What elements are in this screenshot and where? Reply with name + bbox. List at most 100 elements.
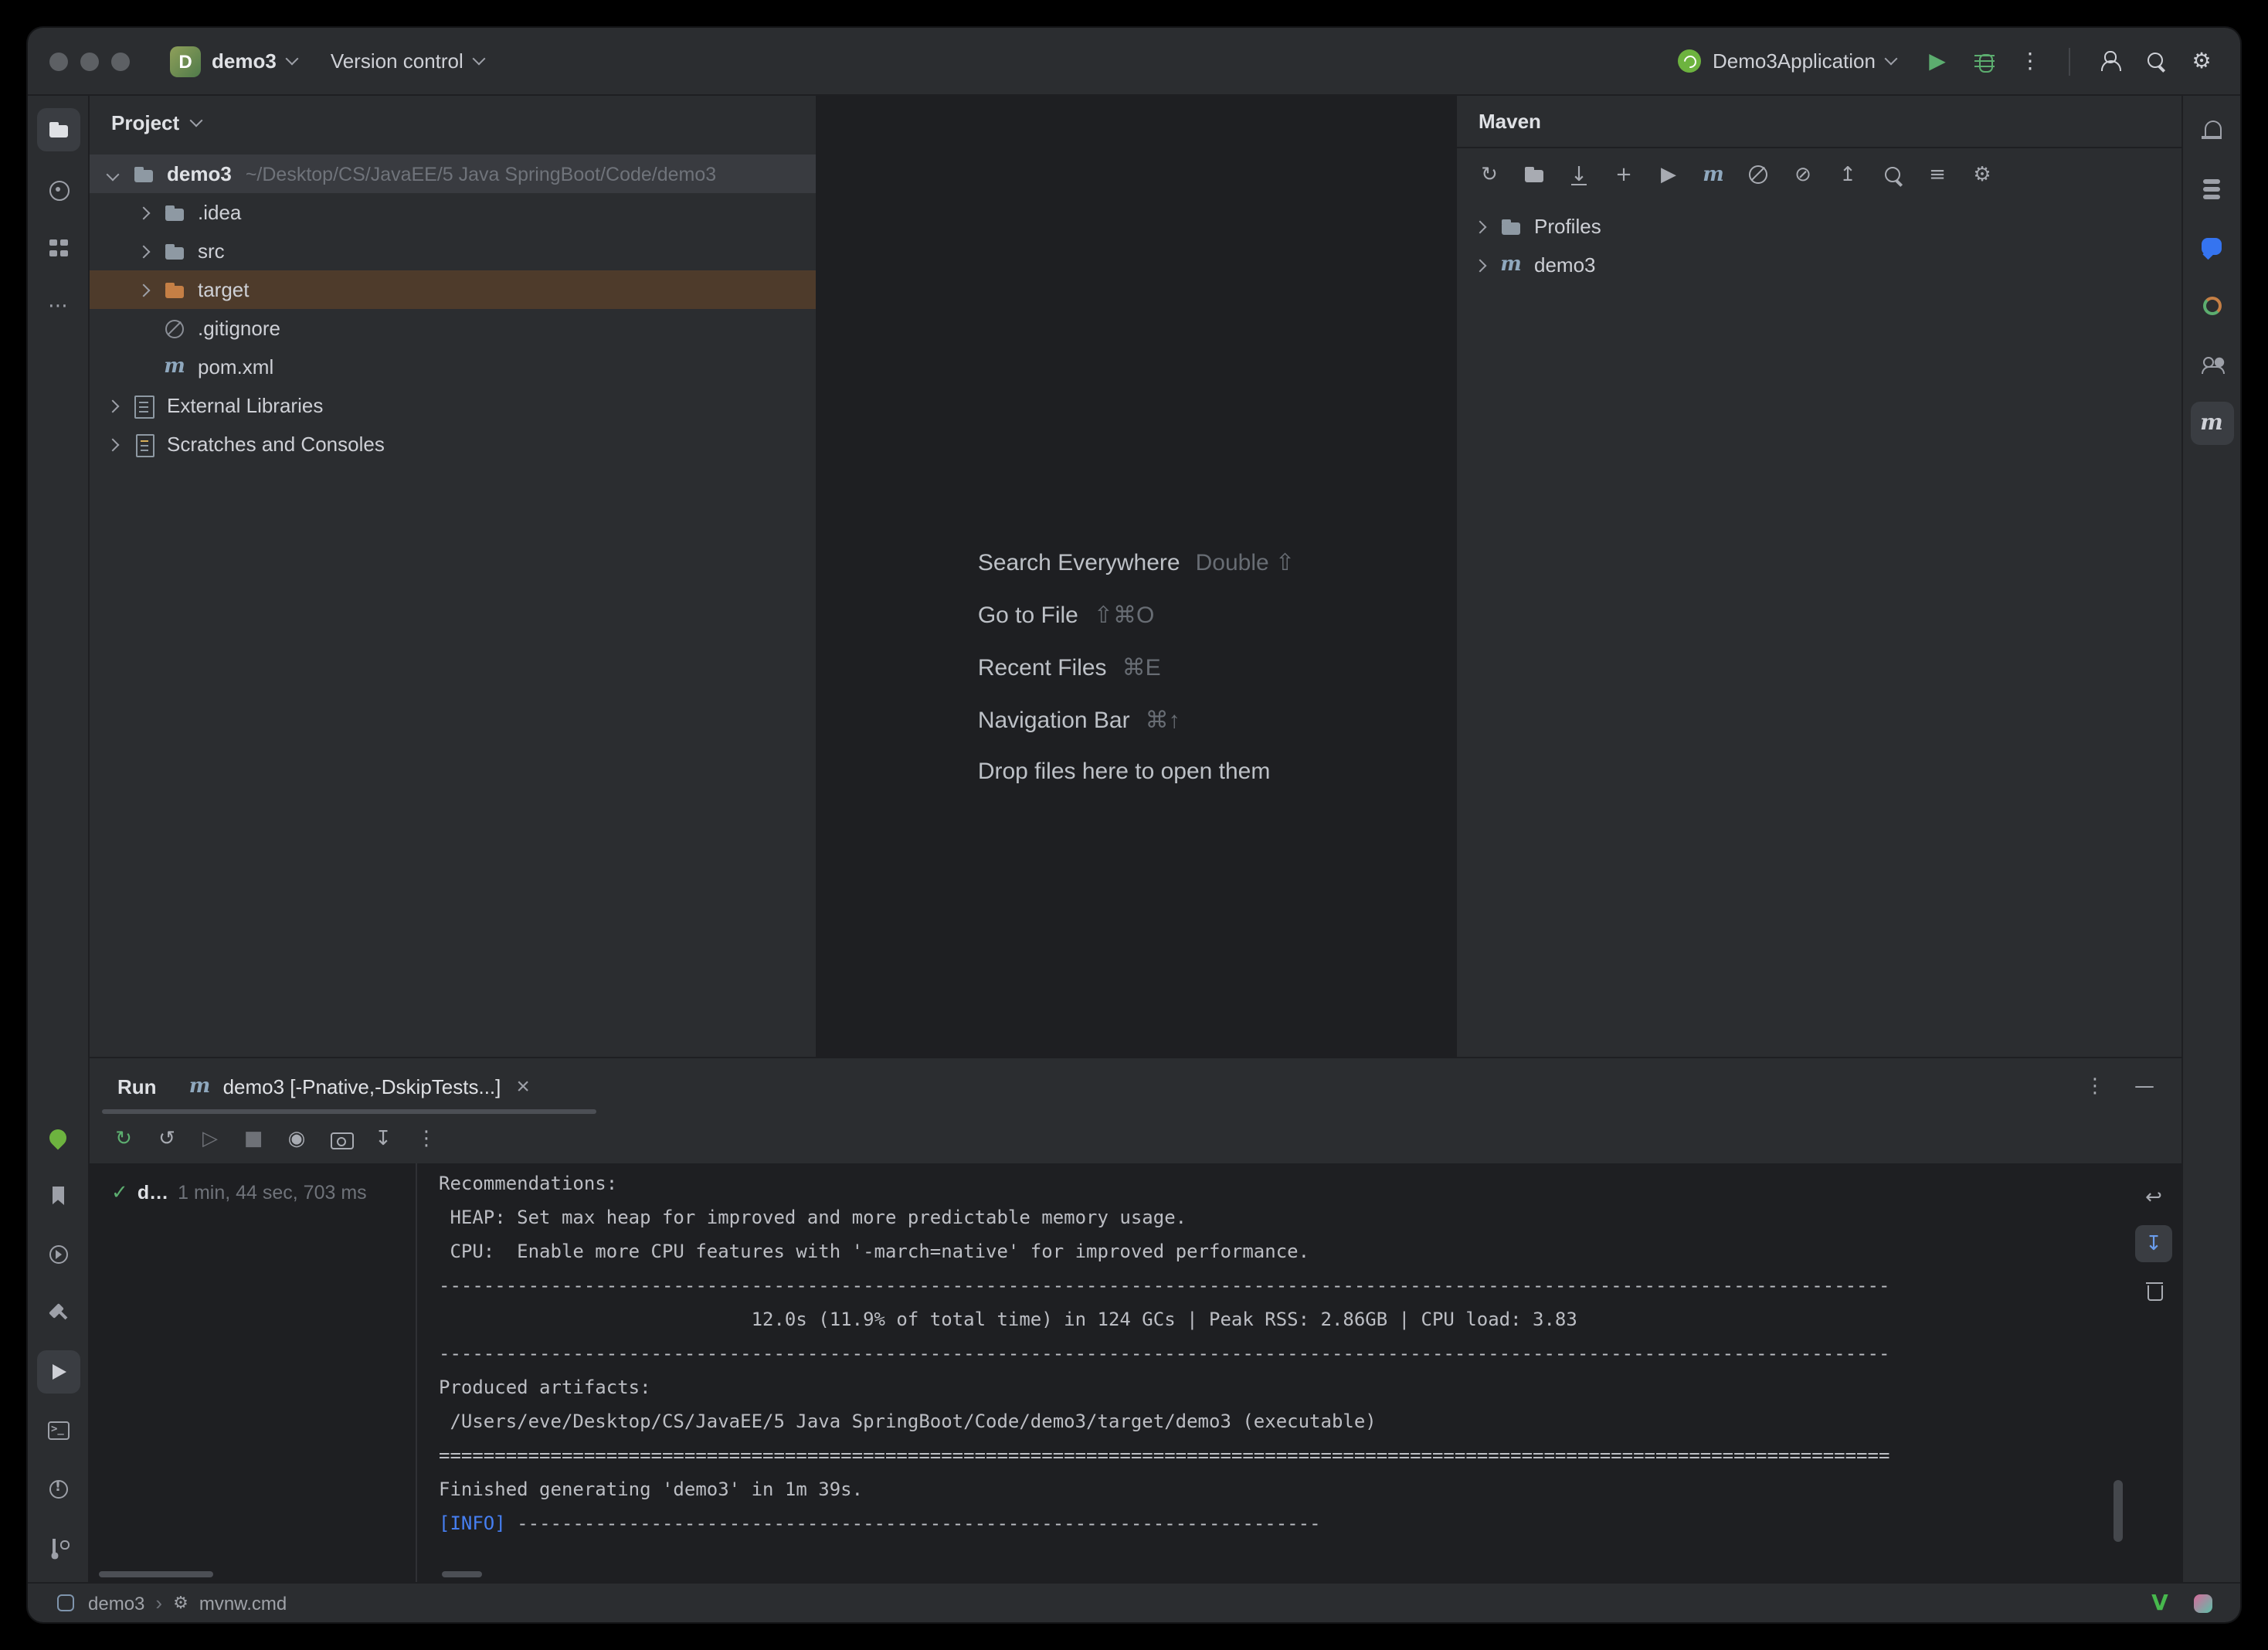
rerun-icon[interactable]: ↻ [105, 1120, 142, 1157]
filter-icon[interactable]: ≡ [1917, 154, 1957, 195]
console[interactable]: Recommendations: HEAP: Set max heap for … [417, 1163, 2126, 1582]
chevron-right-icon[interactable] [137, 205, 151, 219]
add-user-icon[interactable] [2089, 41, 2129, 81]
build-tool-icon[interactable] [36, 1292, 80, 1335]
run-tool-icon[interactable] [36, 1350, 80, 1394]
commit-tool-icon[interactable] [36, 167, 80, 210]
horizontal-scrollbar[interactable] [99, 1571, 213, 1577]
collapse-all-icon[interactable]: ↥ [1828, 154, 1868, 195]
maven-settings-icon[interactable]: ⚙ [1962, 154, 2002, 195]
tree-item-external-libraries[interactable]: External Libraries [90, 386, 816, 425]
generate-sources-icon[interactable] [1514, 154, 1554, 195]
shortcut-keys: ⌘E [1122, 654, 1161, 681]
log-level-info: [INFO] [439, 1512, 506, 1534]
execute-goal-icon[interactable]: m [1693, 154, 1733, 195]
breadcrumb-file[interactable]: mvnw.cmd [199, 1592, 287, 1614]
download-sources-icon: ↓ [1567, 162, 1591, 187]
offline-mode-icon[interactable] [1738, 154, 1778, 195]
tree-item-src[interactable]: src [90, 232, 816, 270]
maven-tool-icon[interactable]: m [2190, 402, 2233, 445]
project-widget[interactable]: D demo3 [158, 39, 309, 83]
v-plugin-icon[interactable]: V [2144, 1587, 2175, 1618]
breadcrumb-project[interactable]: demo3 [88, 1592, 144, 1614]
tree-item--idea[interactable]: .idea [90, 193, 816, 232]
rerun-failed-icon[interactable]: ↺ [148, 1120, 185, 1157]
spring-tool-icon[interactable] [36, 1115, 80, 1159]
assistant-plugin-icon[interactable] [2188, 1587, 2219, 1618]
zoom-button[interactable] [111, 52, 130, 70]
search-icon[interactable] [2135, 41, 2175, 81]
tree-item-profiles[interactable]: Profiles [1457, 207, 2181, 246]
soft-wrap-icon[interactable]: ↩ [2135, 1179, 2172, 1216]
tree-item-demo3[interactable]: demo3 ~/Desktop/CS/JavaEE/5 Java SpringBo… [90, 154, 816, 193]
editor-area[interactable]: Search Everywhere Double ⇧ Go to File ⇧⌘O Re… [817, 96, 1455, 1057]
chevron-down-icon[interactable] [106, 167, 120, 181]
chevron-right-icon[interactable] [1473, 219, 1487, 233]
scroll-to-end-icon[interactable]: ↧ [2135, 1225, 2172, 1262]
download-sources-icon[interactable]: ↓ [1559, 154, 1599, 195]
more-run-options-icon[interactable]: ⋮ [408, 1120, 445, 1157]
project-tool-icon[interactable] [36, 108, 80, 151]
thread-dump-icon[interactable] [321, 1120, 358, 1157]
chevron-down-icon[interactable] [189, 113, 203, 127]
clear-console-icon[interactable] [2135, 1271, 2172, 1309]
more-actions-icon: ⋮ [2019, 49, 2041, 73]
structure-tool-icon[interactable] [36, 226, 80, 269]
search-maven-icon[interactable] [1872, 154, 1913, 195]
run-maven-build-icon[interactable]: ▶ [1648, 154, 1689, 195]
resume-icon[interactable]: ▷ [192, 1120, 229, 1157]
tab-scrollbar[interactable] [102, 1109, 596, 1114]
run-config-widget[interactable]: Demo3Application [1666, 43, 1908, 79]
main-area: ⋯ Project demo3 ~/Desktop/CS/JavaEE/5 Jav… [28, 96, 2240, 1582]
minimize-icon[interactable]: — [2126, 1068, 2163, 1105]
more-tool-windows-icon[interactable]: ⋯ [36, 284, 80, 328]
profiler-tool-icon[interactable] [2190, 284, 2233, 328]
tree-item--gitignore[interactable]: .gitignore [90, 309, 816, 348]
tree-item-demo3[interactable]: m demo3 [1457, 246, 2181, 284]
terminal-tool-icon[interactable] [36, 1409, 80, 1452]
tree-item-scratches-and-consoles[interactable]: Scratches and Consoles [90, 425, 816, 463]
refresh-maven-icon[interactable]: ↻ [1469, 154, 1509, 195]
run-tab[interactable]: m demo3 [-Pnative,-DskipTests...] × [188, 1058, 530, 1114]
database-tool-icon[interactable] [2190, 167, 2233, 210]
run-tool-window: Run m demo3 [-Pnative,-DskipTests...] × … [90, 1057, 2181, 1582]
tree-item-target[interactable]: target [90, 270, 816, 309]
vertical-scrollbar[interactable] [2114, 1480, 2123, 1542]
project-view-selector[interactable]: Project [111, 110, 179, 134]
settings-gear-icon[interactable]: ⚙ [2181, 41, 2222, 81]
chevron-right-icon[interactable] [137, 283, 151, 297]
vcs-widget[interactable]: Version control [318, 43, 496, 79]
code-with-me-icon[interactable] [2190, 343, 2233, 386]
problems-tool-icon[interactable] [36, 1468, 80, 1511]
skip-tests-icon[interactable]: ⊘ [1783, 154, 1823, 195]
chevron-right-icon[interactable] [137, 244, 151, 258]
bookmarks-tool-icon[interactable] [36, 1174, 80, 1217]
horizontal-scrollbar[interactable] [442, 1571, 482, 1577]
add-maven-project-icon[interactable]: + [1604, 154, 1644, 195]
project-folder-icon [131, 161, 156, 186]
more-icon[interactable]: ⋮ [2076, 1068, 2114, 1105]
export-icon[interactable]: ↧ [365, 1120, 402, 1157]
chevron-right-icon[interactable] [1473, 258, 1487, 272]
debug-button[interactable] [1964, 41, 2004, 81]
close-tab-icon[interactable]: × [516, 1073, 530, 1099]
minimize-button[interactable] [80, 52, 99, 70]
tree-item-pom-xml[interactable]: m pom.xml [90, 348, 816, 386]
services-tool-icon[interactable] [36, 1233, 80, 1276]
stop-icon[interactable]: ■ [235, 1120, 272, 1157]
add-maven-project-icon: + [1615, 163, 1632, 186]
git-tool-icon[interactable] [36, 1526, 80, 1570]
chevron-right-icon[interactable] [106, 437, 120, 451]
chevron-down-icon [1884, 52, 1898, 66]
notifications-icon[interactable] [2190, 108, 2233, 151]
right-rail-group: m [2190, 108, 2233, 445]
eye-icon[interactable]: ◉ [278, 1120, 315, 1157]
run-button[interactable]: ▶ [1917, 41, 1957, 81]
run-result-row[interactable]: ✓ d… 1 min, 44 sec, 703 ms [90, 1176, 416, 1210]
shortcut-hint: Recent Files ⌘E [978, 653, 1295, 681]
chevron-right-icon[interactable] [106, 399, 120, 413]
more-actions-icon[interactable]: ⋮ [2010, 41, 2050, 81]
ai-assistant-tool-icon[interactable] [2190, 226, 2233, 269]
close-button[interactable] [49, 52, 68, 70]
left-rail-top-group: ⋯ [36, 108, 80, 328]
